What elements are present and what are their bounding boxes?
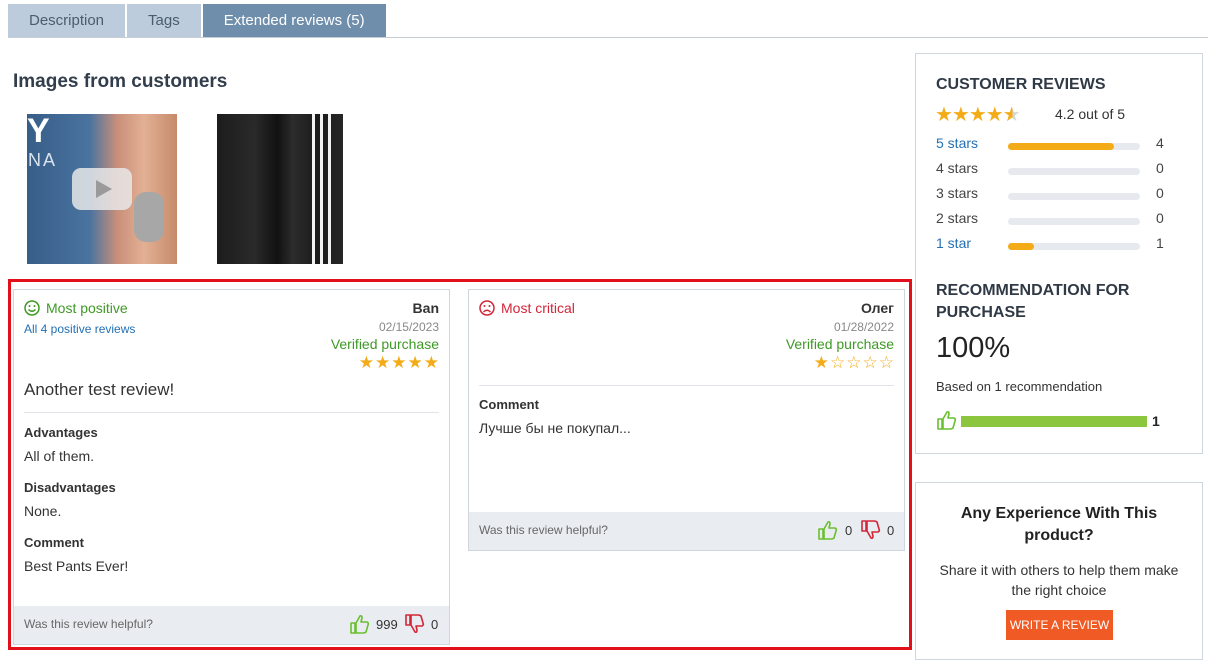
thumbnail-text: Y [27,114,50,150]
tab-tags[interactable]: Tags [127,4,201,37]
smile-icon [24,300,40,316]
verified-purchase-label: Verified purchase [785,336,894,352]
thumbs-up-icon[interactable] [349,613,371,635]
helpful-footer: Was this review helpful? 0 0 [469,512,904,550]
tab-extended-reviews[interactable]: Extended reviews (5) [202,4,386,37]
customer-reviews-summary: CUSTOMER REVIEWS ★★★★★ 4.2 out of 5 5 st… [915,53,1203,454]
rating-bar [1008,218,1140,225]
helpful-question: Was this review helpful? [479,523,608,537]
review-date: 02/15/2023 [378,320,439,334]
average-rating-text: 4.2 out of 5 [1055,106,1126,122]
heading-label: Most critical [501,300,575,316]
rating-row[interactable]: 5 stars 4 [936,135,1176,155]
rating-bar [1008,168,1140,175]
review-card-critical: Most critical Олег 01/28/2022 Verified p… [468,289,905,551]
thumbnail-text: NA [28,150,58,170]
recommendation-title: RECOMMENDATION FOR PURCHASE [936,282,1130,321]
full-stars: ★★★★ [935,104,1004,126]
thumbs-up-icon [937,410,957,430]
rating-row-label[interactable]: 1 star [936,235,971,251]
rating-bar [1008,193,1140,200]
divider [479,385,894,386]
recommendation-bar [961,416,1147,427]
thumbs-down-icon[interactable] [860,519,882,541]
most-positive-heading: Most positive [24,300,128,316]
comment-label: Comment [479,397,539,412]
advantages-label: Advantages [24,425,98,440]
pants-stripe [312,114,315,264]
recommendation-count: 1 [1152,413,1160,429]
rating-row-label: 3 stars [936,185,979,201]
thumbs-up-icon[interactable] [817,519,839,541]
rating-row-count: 0 [1156,185,1164,201]
rating-bar-fill [1008,143,1114,150]
frown-icon [479,300,495,316]
helpful-question: Was this review helpful? [24,617,153,631]
customer-video-thumbnail[interactable]: Y NA [27,114,177,264]
customer-reviews-title: CUSTOMER REVIEWS [936,76,1106,93]
review-author: Олег [860,300,894,316]
tabs-divider [8,37,1208,38]
all-positive-reviews-link[interactable]: All 4 positive reviews [24,322,135,336]
average-rating-stars: ★★★★★ [935,102,1021,127]
likes-count: 0 [845,523,853,538]
review-card-positive: Most positive All 4 positive reviews Ban… [13,289,450,645]
experience-text: Share it with others to help them make t… [939,562,1179,598]
recommendation-based-on: Based on 1 recommendation [936,379,1103,394]
disadvantages-text: None. [24,503,62,519]
rating-row[interactable]: 1 star 1 [936,235,1176,255]
half-star-icon: ★ [1002,104,1021,126]
review-date: 01/28/2022 [833,320,894,334]
experience-title: Any Experience With This product? [960,505,1158,544]
review-rating-stars: ★★★★★ [358,353,440,372]
rating-bar-fill [1008,243,1035,250]
rating-row: 3 stars 0 [936,185,1176,205]
share-experience-box: Any Experience With This product? Share … [915,482,1203,660]
customer-image-thumbnail-pants[interactable] [217,114,343,264]
rating-row-count: 0 [1156,160,1164,176]
review-rating-stars: ★☆☆☆☆ [813,353,895,372]
tab-description[interactable]: Description [8,4,126,37]
rating-row-count: 4 [1156,135,1164,151]
most-critical-heading: Most critical [479,300,575,316]
play-icon[interactable] [72,168,132,210]
advantages-text: All of them. [24,448,95,464]
dislikes-count: 0 [887,523,895,538]
images-section-title: Images from customers [13,71,228,92]
tab-bar: Description Tags Extended reviews (5) [8,4,388,37]
divider [24,412,439,413]
microphone-shape [134,192,164,242]
dislikes-count: 0 [431,617,439,632]
heading-label: Most positive [46,300,128,316]
rating-row-count: 1 [1156,235,1164,251]
disadvantages-label: Disadvantages [24,480,116,495]
rating-bar [1008,243,1140,250]
rating-row-count: 0 [1156,210,1164,226]
thumbs-down-icon[interactable] [404,613,426,635]
rating-row: 2 stars 0 [936,210,1176,230]
pants-stripe [320,114,323,264]
helpful-footer: Was this review helpful? 999 0 [14,606,449,644]
verified-purchase-label: Verified purchase [330,336,439,352]
pants-stripe [328,114,331,264]
rating-bar [1008,143,1140,150]
rating-row-label[interactable]: 5 stars [936,135,978,151]
recommendation-percent: 100% [936,332,1011,364]
rating-row: 4 stars 0 [936,160,1176,180]
rating-row-label: 4 stars [936,160,979,176]
comment-text: Лучше бы не покупал... [479,420,631,436]
likes-count: 999 [376,617,398,632]
comment-text: Best Pants Ever! [24,558,129,574]
rating-row-label: 2 stars [936,210,979,226]
comment-label: Comment [24,535,84,550]
review-author: Ban [412,300,439,316]
review-title: Another test review! [24,380,175,399]
write-review-button[interactable]: WRITE A REVIEW [1006,610,1113,640]
